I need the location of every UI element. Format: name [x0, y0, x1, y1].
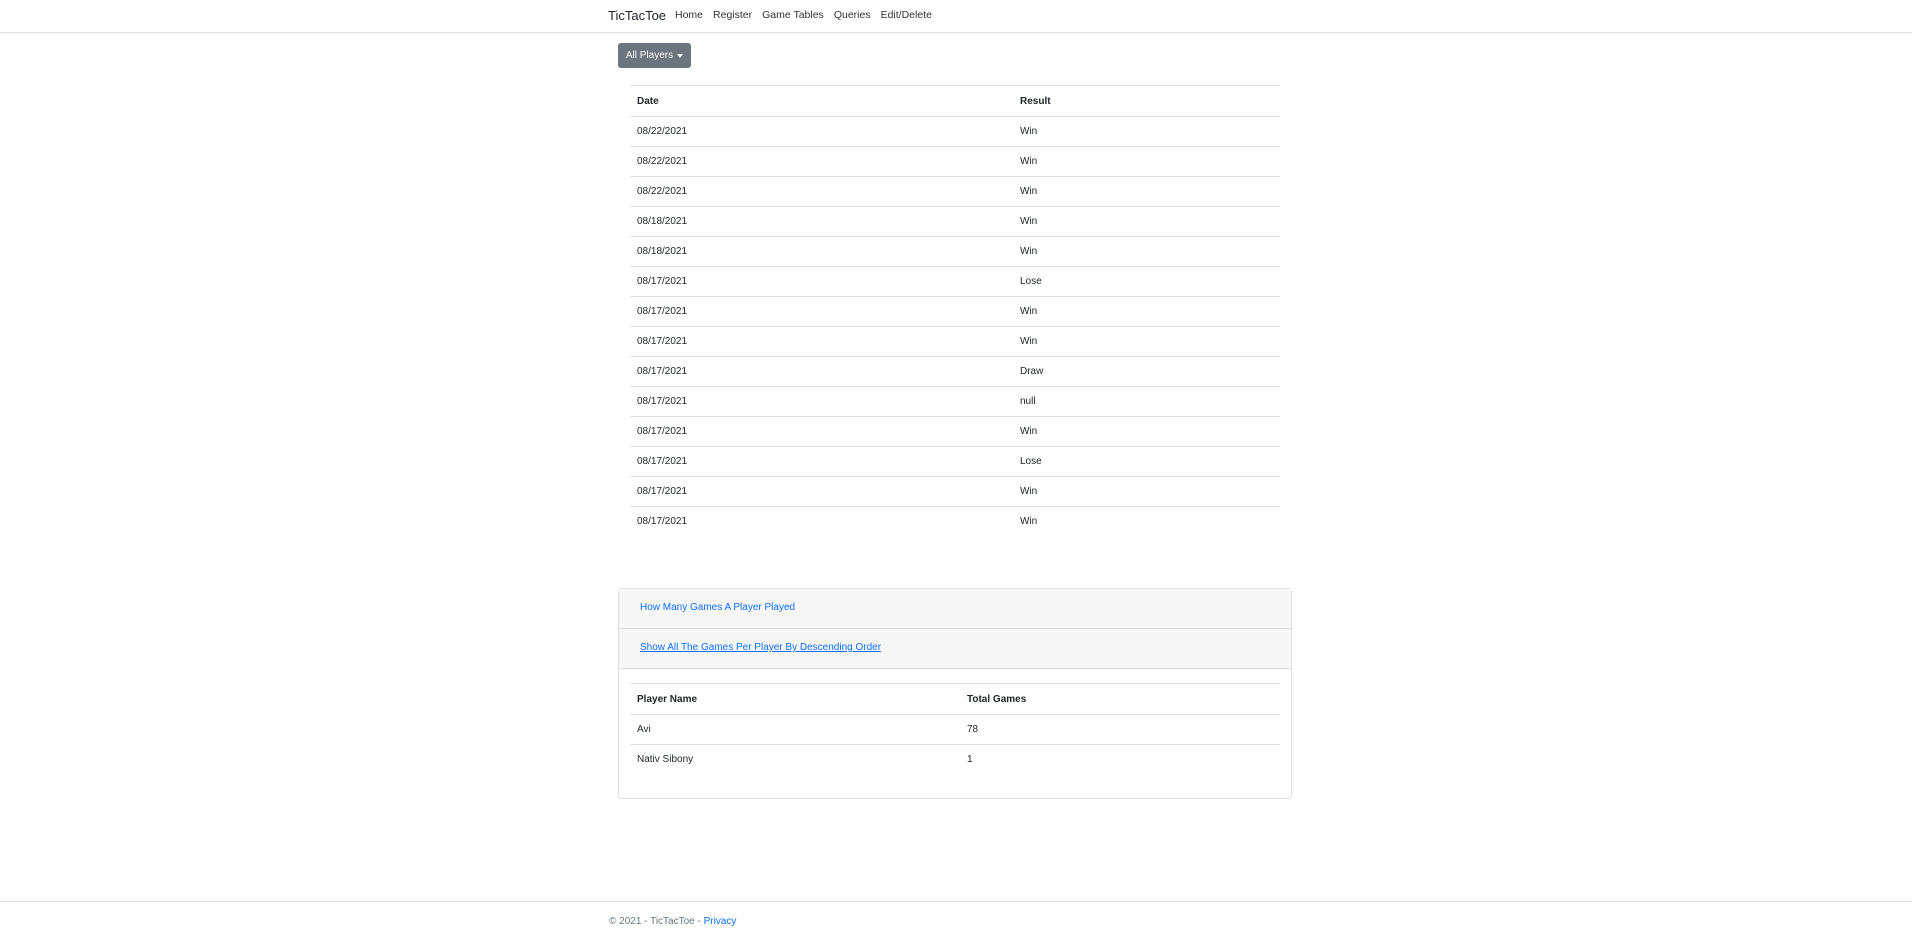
table-cell: Draw — [1013, 356, 1280, 387]
footer-text: © 2021 - TicTacToe - Privacy — [609, 916, 736, 927]
caret-down-icon — [677, 53, 684, 58]
player-filter-dropdown[interactable]: All Players — [618, 43, 691, 68]
table-row: 08/17/2021 null — [630, 386, 1280, 417]
table-cell: Lose — [1013, 266, 1280, 297]
table-cell: Avi — [630, 714, 960, 745]
table-header-row: Date Result — [630, 85, 1280, 117]
footer: © 2021 - TicTacToe - Privacy — [0, 901, 1912, 936]
brand-logo[interactable]: TicTacToe — [608, 8, 666, 23]
table-cell: Win — [1013, 176, 1280, 207]
player-filter-label: All Players — [625, 50, 674, 61]
query-games-descending-link[interactable]: Show All The Games Per Player By Descend… — [640, 642, 881, 653]
table-row: 08/17/2021 Lose — [630, 446, 1280, 477]
table-cell: 08/17/2021 — [630, 506, 1013, 537]
table-cell: 08/18/2021 — [630, 206, 1013, 237]
table-cell: Nativ Sibony — [630, 744, 960, 775]
table-cell: 08/22/2021 — [630, 176, 1013, 207]
table-header-row: Player Name Total Games — [630, 683, 1280, 715]
header-total-games: Total Games — [960, 683, 1280, 715]
table-cell: Win — [1013, 236, 1280, 267]
nav-links: Home Register Game Tables Queries Edit/D… — [675, 9, 932, 21]
table-cell: 08/17/2021 — [630, 266, 1013, 297]
table-row: 08/22/2021 Win — [630, 116, 1280, 147]
nav-register[interactable]: Register — [713, 9, 752, 21]
table-cell: Win — [1013, 296, 1280, 327]
query-games-played-link[interactable]: How Many Games A Player Played — [640, 602, 795, 613]
table-row: 08/17/2021 Draw — [630, 356, 1280, 387]
query-games-played-header[interactable]: How Many Games A Player Played — [619, 589, 1291, 629]
table-cell: 08/17/2021 — [630, 296, 1013, 327]
header-player-name: Player Name — [630, 683, 960, 715]
table-row: 08/17/2021 Win — [630, 476, 1280, 507]
table-cell: 08/17/2021 — [630, 386, 1013, 417]
table-row: Avi 78 — [630, 714, 1280, 745]
table-cell: 78 — [960, 714, 1280, 745]
table-cell: Win — [1013, 416, 1280, 447]
games-table: Date Result 08/22/2021 Win 08/22/2021 Win 08… — [630, 85, 1280, 537]
table-row: 08/17/2021 Win — [630, 506, 1280, 537]
table-cell: Win — [1013, 326, 1280, 357]
table-row: 08/22/2021 Win — [630, 146, 1280, 177]
table-cell: 08/17/2021 — [630, 446, 1013, 477]
table-cell: null — [1013, 386, 1280, 417]
table-cell: 08/22/2021 — [630, 116, 1013, 147]
nav-queries[interactable]: Queries — [834, 9, 871, 21]
table-row: 08/17/2021 Win — [630, 416, 1280, 447]
table-row: 08/18/2021 Win — [630, 236, 1280, 267]
table-row: 08/17/2021 Lose — [630, 266, 1280, 297]
copyright-text: © 2021 - TicTacToe - — [609, 916, 704, 927]
table-cell: 08/17/2021 — [630, 476, 1013, 507]
table-cell: Win — [1013, 476, 1280, 507]
table-cell: 08/17/2021 — [630, 416, 1013, 447]
table-row: 08/17/2021 Win — [630, 326, 1280, 357]
table-cell: Win — [1013, 116, 1280, 147]
table-row: 08/18/2021 Win — [630, 206, 1280, 237]
nav-home[interactable]: Home — [675, 9, 703, 21]
query-games-descending-header[interactable]: Show All The Games Per Player By Descend… — [619, 629, 1291, 669]
table-cell: 08/17/2021 — [630, 326, 1013, 357]
table-row: Nativ Sibony 1 — [630, 744, 1280, 775]
nav-game-tables[interactable]: Game Tables — [762, 9, 824, 21]
nav-edit-delete[interactable]: Edit/Delete — [881, 9, 932, 21]
totals-table: Player Name Total Games Avi 78 Nativ Sibon… — [630, 683, 1280, 775]
table-cell: Win — [1013, 146, 1280, 177]
table-cell: Win — [1013, 506, 1280, 537]
header-result: Result — [1013, 85, 1280, 117]
privacy-link[interactable]: Privacy — [704, 916, 737, 927]
header-date: Date — [630, 85, 1013, 117]
table-cell: Lose — [1013, 446, 1280, 477]
table-cell: 1 — [960, 744, 1280, 775]
table-row: 08/17/2021 Win — [630, 296, 1280, 327]
table-row: 08/22/2021 Win — [630, 176, 1280, 207]
navbar: TicTacToe Home Register Game Tables Quer… — [0, 0, 1912, 33]
table-cell: Win — [1013, 206, 1280, 237]
table-cell: 08/17/2021 — [630, 356, 1013, 387]
table-cell: 08/18/2021 — [630, 236, 1013, 267]
table-cell: 08/22/2021 — [630, 146, 1013, 177]
